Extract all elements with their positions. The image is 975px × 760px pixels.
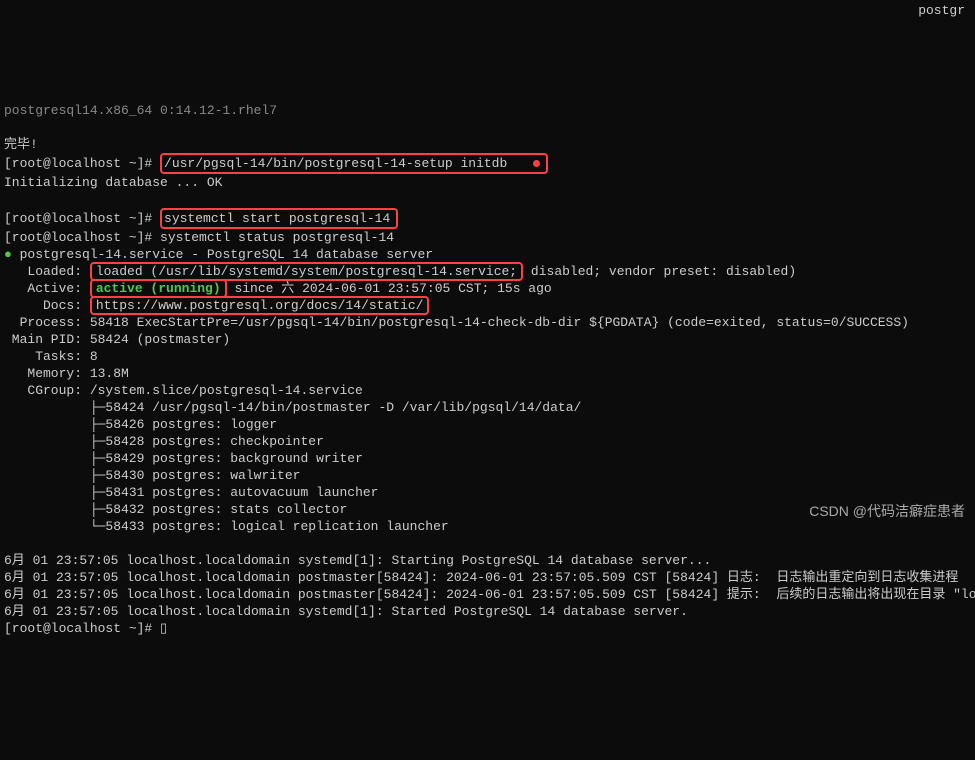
active-state: active (running) bbox=[96, 281, 221, 296]
initdb-command-highlight: /usr/pgsql-14/bin/postgresql-14-setup in… bbox=[160, 153, 548, 174]
tree-row-5: ├─58431 postgres: autovacuum launcher bbox=[90, 485, 379, 500]
loaded-pre: Loaded: bbox=[4, 264, 90, 279]
top-truncated-line: postgresql14.x86_64 0:14.12-1.rhel7 bbox=[4, 103, 277, 118]
done-line: 完毕! bbox=[4, 137, 38, 152]
tree-row-4: ├─58430 postgres: walwriter bbox=[90, 468, 301, 483]
status-bullet-icon: ● bbox=[4, 247, 12, 262]
log-line-2: 6月 01 23:57:05 localhost.localdomain pos… bbox=[4, 587, 975, 602]
start-command-highlight: systemctl start postgresql-14 bbox=[160, 208, 398, 229]
log-line-1: 6月 01 23:57:05 localhost.localdomain pos… bbox=[4, 570, 958, 585]
docs-url[interactable]: https://www.postgresql.org/docs/14/stati… bbox=[96, 298, 424, 313]
prompt-4: [root@localhost ~]# bbox=[4, 621, 160, 636]
annotation-dot-icon bbox=[533, 160, 540, 167]
active-post: since 六 2024-06-01 23:57:05 CST; 15s ago bbox=[227, 281, 552, 296]
watermark: CSDN @代码洁癖症患者 bbox=[809, 503, 965, 520]
docs-pre: Docs: bbox=[4, 298, 90, 313]
init-result: Initializing database ... OK bbox=[4, 175, 222, 190]
cursor-icon[interactable]: ▯ bbox=[160, 621, 167, 636]
docs-box: https://www.postgresql.org/docs/14/stati… bbox=[90, 296, 430, 315]
log-line-3: 6月 01 23:57:05 localhost.localdomain sys… bbox=[4, 604, 688, 619]
process-line: Process: 58418 ExecStartPre=/usr/pgsql-1… bbox=[4, 315, 909, 330]
prompt-1: [root@localhost ~]# bbox=[4, 156, 160, 171]
tree-row-7: └─58433 postgres: logical replication la… bbox=[90, 519, 449, 534]
service-header: postgresql-14.service - PostgreSQL 14 da… bbox=[12, 247, 433, 262]
prompt-3: [root@localhost ~]# bbox=[4, 230, 160, 245]
log-line-0: 6月 01 23:57:05 localhost.localdomain sys… bbox=[4, 553, 711, 568]
mainpid-line: Main PID: 58424 (postmaster) bbox=[4, 332, 230, 347]
tree-row-3: ├─58429 postgres: background writer bbox=[90, 451, 363, 466]
tree-row-2: ├─58428 postgres: checkpointer bbox=[90, 434, 324, 449]
prompt-2: [root@localhost ~]# bbox=[4, 211, 160, 226]
active-pre: Active: bbox=[4, 281, 90, 296]
tree-row-6: ├─58432 postgres: stats collector bbox=[90, 502, 347, 517]
terminal-output: postgresql14.x86_64 0:14.12-1.rhel7 完毕! … bbox=[0, 85, 975, 641]
cgroup-line: CGroup: /system.slice/postgresql-14.serv… bbox=[4, 383, 363, 398]
top-right-truncated: postgr bbox=[918, 2, 965, 19]
status-command[interactable]: systemctl status postgresql-14 bbox=[160, 230, 394, 245]
start-command[interactable]: systemctl start postgresql-14 bbox=[164, 211, 390, 226]
memory-line: Memory: 13.8M bbox=[4, 366, 129, 381]
initdb-command[interactable]: /usr/pgsql-14/bin/postgresql-14-setup in… bbox=[164, 156, 507, 171]
loaded-post: disabled; vendor preset: disabled) bbox=[523, 264, 796, 279]
tasks-line: Tasks: 8 bbox=[4, 349, 98, 364]
tree-row-1: ├─58426 postgres: logger bbox=[90, 417, 277, 432]
tree-row-0: ├─58424 /usr/pgsql-14/bin/postmaster -D … bbox=[90, 400, 581, 415]
